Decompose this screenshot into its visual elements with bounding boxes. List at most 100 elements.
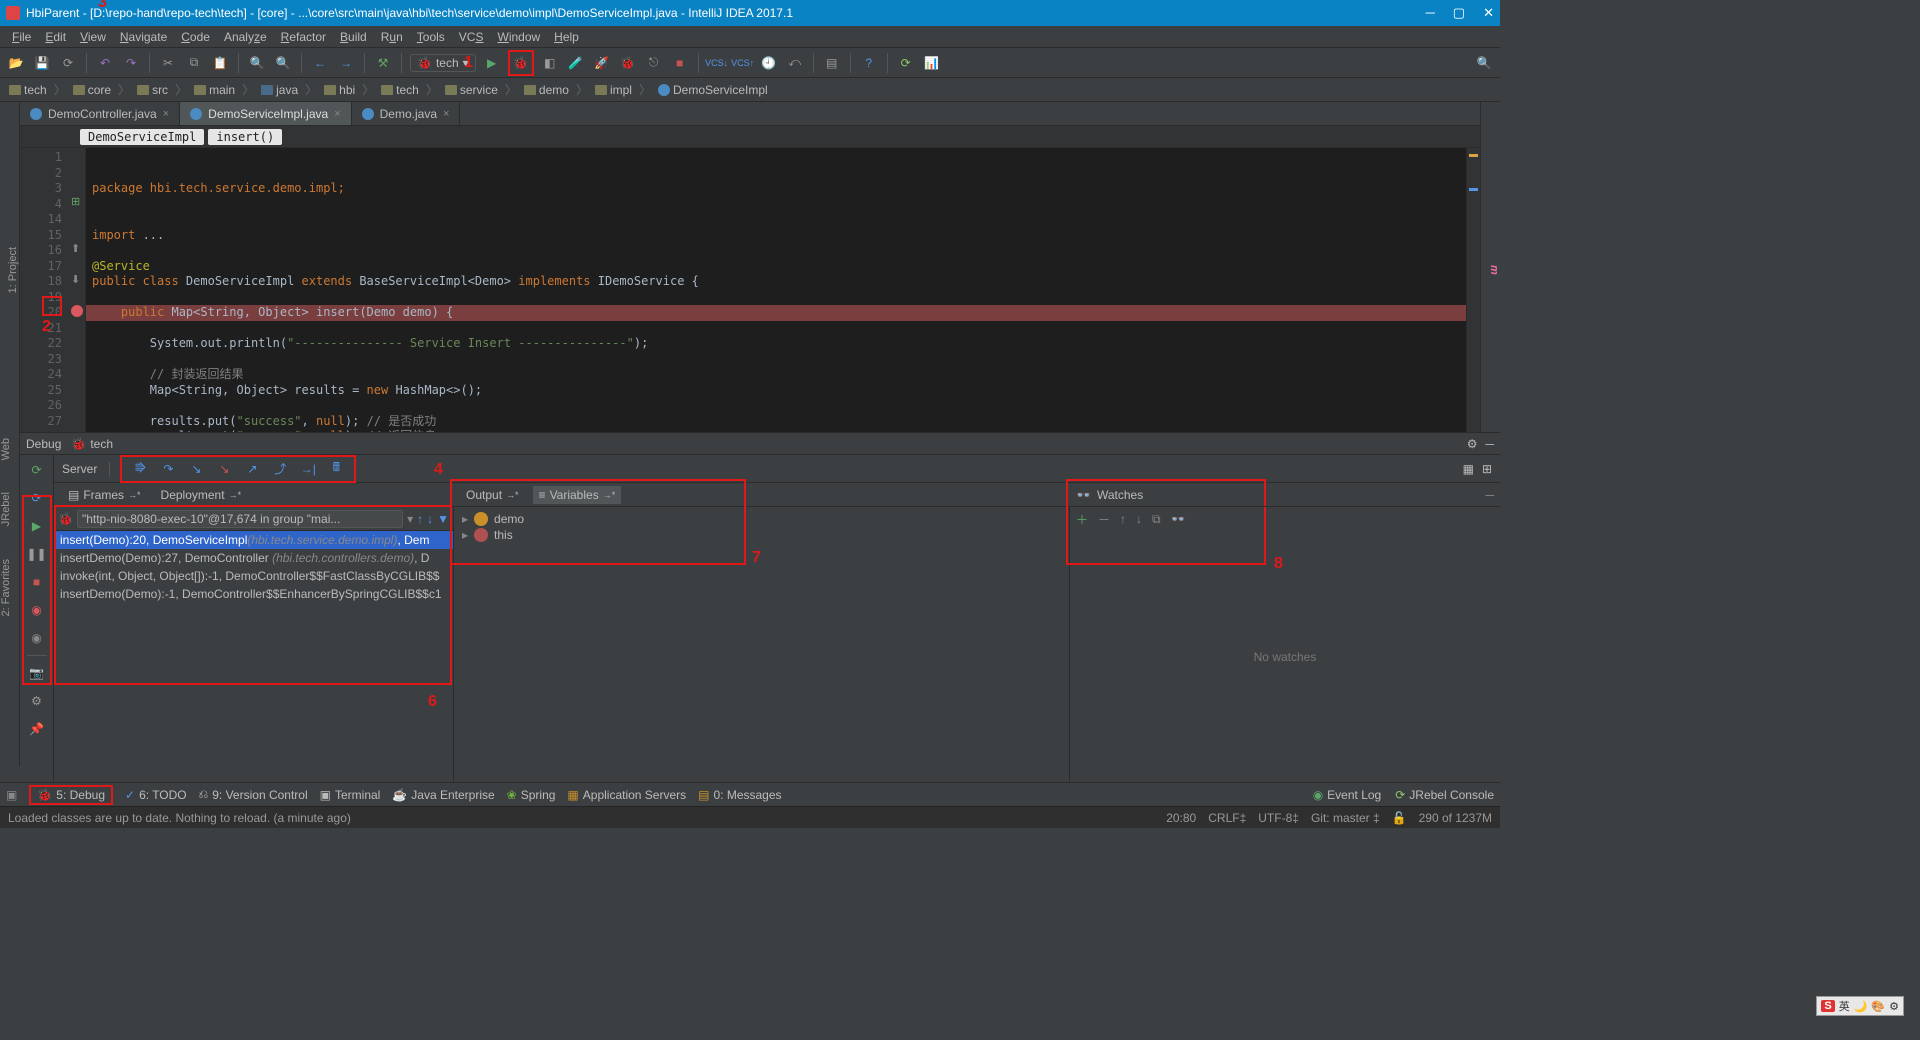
- vcs-commit-icon[interactable]: VCS↑: [733, 53, 753, 73]
- variable-row[interactable]: ▸ this: [462, 527, 1061, 543]
- gear-icon[interactable]: ⚙: [1467, 437, 1478, 451]
- layout-icon[interactable]: ▦: [1463, 462, 1474, 476]
- frame-row[interactable]: insert(Demo):20, DemoServiceImpl(hbi.tec…: [54, 531, 453, 549]
- encoding[interactable]: UTF-8‡: [1258, 811, 1299, 825]
- thread-selector[interactable]: "http-nio-8080-exec-10"@17,674 in group …: [77, 510, 403, 528]
- watches-tab[interactable]: Watches: [1097, 488, 1143, 502]
- ime-moon-icon[interactable]: 🌙: [1854, 1000, 1868, 1013]
- menu-edit[interactable]: Edit: [39, 28, 72, 46]
- output-tab[interactable]: Output→*: [460, 486, 525, 504]
- sync-icon[interactable]: ⟳: [58, 53, 78, 73]
- caret-pos[interactable]: 20:80: [1166, 811, 1196, 825]
- override-icon[interactable]: ⬇: [71, 273, 80, 286]
- show-watches-icon[interactable]: 👓: [1171, 512, 1186, 526]
- eventlog-button[interactable]: ◉Event Log: [1313, 788, 1382, 802]
- maximize-button[interactable]: ▢: [1453, 5, 1465, 21]
- frames-tab[interactable]: ▤ Frames→*: [62, 486, 147, 504]
- close-icon[interactable]: ×: [163, 108, 169, 120]
- nav-java[interactable]: java: [258, 83, 301, 97]
- update-icon[interactable]: ⟳: [26, 487, 48, 509]
- settings-icon[interactable]: ⚙: [26, 690, 48, 712]
- debug-config-tab[interactable]: 🐞 tech: [71, 437, 113, 451]
- xrebel-icon[interactable]: 📊: [922, 53, 942, 73]
- nav-class[interactable]: DemoServiceImpl: [655, 83, 771, 97]
- cut-icon[interactable]: ✂: [158, 53, 178, 73]
- javaee-button[interactable]: ☕Java Enterprise: [392, 788, 494, 802]
- restore-layout-icon[interactable]: ⊞: [1482, 462, 1492, 476]
- nav-src[interactable]: src: [134, 83, 171, 97]
- menu-refactor[interactable]: Refactor: [275, 28, 332, 46]
- forward-icon[interactable]: →: [336, 53, 356, 73]
- nav-demo[interactable]: demo: [521, 83, 572, 97]
- minimize-button[interactable]: ─: [1426, 5, 1435, 21]
- step-over-icon[interactable]: ↷: [158, 459, 178, 479]
- vcs-button[interactable]: ⎌9: Version Control: [199, 787, 308, 802]
- menu-build[interactable]: Build: [334, 28, 373, 46]
- deployment-tab[interactable]: Deployment→*: [155, 486, 248, 504]
- project-tool-tab[interactable]: 1: Project: [7, 241, 19, 299]
- save-all-icon[interactable]: 💾: [32, 53, 52, 73]
- appservers-button[interactable]: ▦Application Servers: [567, 788, 686, 802]
- vcs-history-icon[interactable]: 🕘: [759, 53, 779, 73]
- duplicate-watch-icon[interactable]: ⧉: [1152, 512, 1161, 527]
- frame-row[interactable]: invoke(int, Object, Object[]):-1, DemoCo…: [54, 567, 453, 585]
- jrebel-icon[interactable]: ⟳: [896, 53, 916, 73]
- favorites-tool-tab[interactable]: 2: Favorites: [0, 553, 12, 622]
- debug-tool-button[interactable]: 🐞 5: Debug: [29, 785, 113, 805]
- tab-demoserviceimpl[interactable]: DemoServiceImpl.java ×: [180, 102, 351, 125]
- variables-tab[interactable]: ≡ Variables→*: [533, 486, 622, 504]
- maven-m-icon[interactable]: m: [1488, 259, 1500, 281]
- coverage-icon[interactable]: ◧: [540, 53, 560, 73]
- dump-icon[interactable]: 📷: [26, 662, 48, 684]
- menu-help[interactable]: Help: [548, 28, 585, 46]
- lock-icon[interactable]: 🔓: [1392, 811, 1407, 825]
- variables-body[interactable]: ▸ demo ▸ this: [454, 507, 1069, 782]
- mute-bp-icon[interactable]: ◉: [26, 627, 48, 649]
- frame-row[interactable]: insertDemo(Demo):-1, DemoController$$Enh…: [54, 585, 453, 603]
- ime-settings-icon[interactable]: ⚙: [1889, 1000, 1899, 1013]
- tab-demo[interactable]: Demo.java ×: [352, 102, 461, 125]
- nav-tech[interactable]: tech: [6, 83, 50, 97]
- close-icon[interactable]: ×: [334, 108, 340, 120]
- debug-icon[interactable]: 🐞: [511, 53, 531, 73]
- frames-list[interactable]: insert(Demo):20, DemoServiceImpl(hbi.tec…: [54, 531, 453, 782]
- nav-hbi[interactable]: hbi: [321, 83, 358, 97]
- drop-frame-icon[interactable]: ⤴: [270, 459, 290, 479]
- bc-method[interactable]: insert(): [208, 129, 282, 145]
- vcs-revert-icon[interactable]: ⤺: [785, 53, 805, 73]
- menu-run[interactable]: Run: [375, 28, 409, 46]
- help-icon[interactable]: ?: [859, 53, 879, 73]
- variable-row[interactable]: ▸ demo: [462, 511, 1061, 527]
- minimize-panel-icon[interactable]: ─: [1485, 437, 1494, 451]
- line-sep[interactable]: CRLF‡: [1208, 811, 1246, 825]
- nav-impl[interactable]: impl: [592, 83, 635, 97]
- hide-icon[interactable]: ─: [1485, 488, 1494, 502]
- add-watch-icon[interactable]: ＋: [1076, 511, 1088, 528]
- menu-window[interactable]: Window: [491, 28, 546, 46]
- vcs-update-icon[interactable]: VCS↓: [707, 53, 727, 73]
- resume-icon[interactable]: ▶: [26, 515, 48, 537]
- nav-main[interactable]: main: [191, 83, 238, 97]
- jrebel-run-icon[interactable]: 🚀: [592, 53, 612, 73]
- messages-button[interactable]: ▤0: Messages: [698, 788, 781, 802]
- watches-body[interactable]: No watches: [1070, 531, 1500, 782]
- debug-tab[interactable]: Debug: [26, 437, 61, 451]
- server-tab[interactable]: Server: [62, 462, 110, 476]
- tab-democontroller[interactable]: DemoController.java ×: [20, 102, 180, 125]
- evaluate-icon[interactable]: 🖩: [326, 459, 346, 479]
- view-bp-icon[interactable]: ◉: [26, 599, 48, 621]
- show-exec-point-icon[interactable]: ⭆: [130, 459, 150, 479]
- expand-icon[interactable]: ▸: [462, 528, 468, 542]
- menu-navigate[interactable]: Navigate: [114, 28, 173, 46]
- nav-core[interactable]: core: [70, 83, 114, 97]
- override-up-icon[interactable]: ⬆: [71, 242, 80, 255]
- code-body[interactable]: package hbi.tech.service.demo.impl; impo…: [86, 148, 1466, 432]
- ime-bar[interactable]: S 英 🌙 🎨 ⚙: [1816, 996, 1904, 1016]
- git-branch[interactable]: Git: master ‡: [1311, 811, 1380, 825]
- undo-icon[interactable]: ↶: [95, 53, 115, 73]
- back-icon[interactable]: ←: [310, 53, 330, 73]
- nav-service[interactable]: service: [442, 83, 501, 97]
- prev-frame-icon[interactable]: ↑: [417, 512, 423, 526]
- step-out-icon[interactable]: ↗: [242, 459, 262, 479]
- menu-code[interactable]: Code: [175, 28, 216, 46]
